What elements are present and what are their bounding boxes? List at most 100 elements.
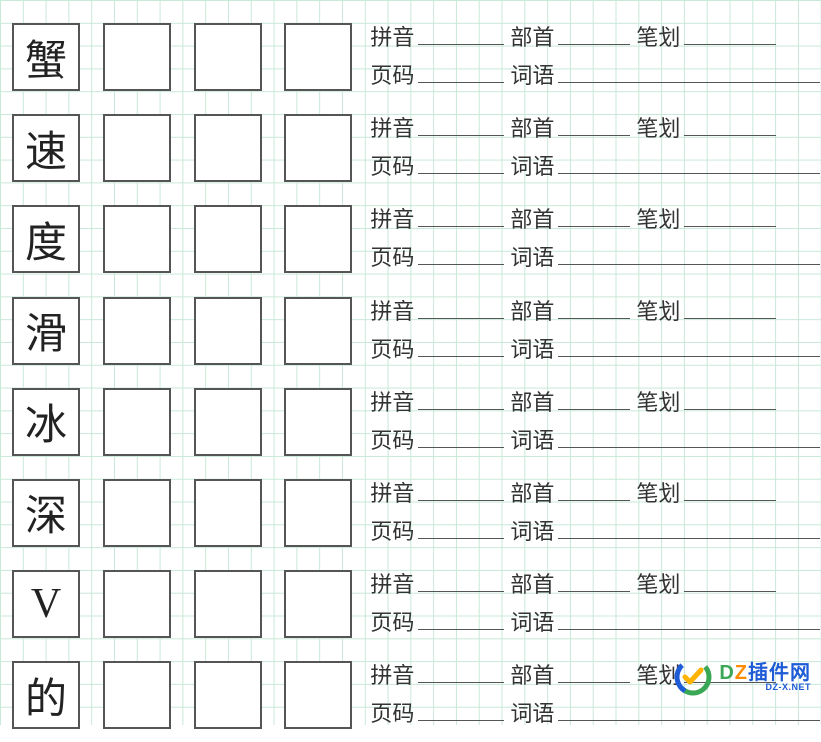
word-field-blank[interactable] (558, 59, 820, 83)
page-field-blank[interactable] (418, 697, 504, 721)
pinyin-field: 拼音 (370, 476, 504, 508)
practice-box[interactable] (194, 297, 262, 365)
word-field: 词语 (510, 332, 820, 364)
radical-field-blank[interactable] (558, 203, 630, 227)
practice-box[interactable] (284, 205, 352, 273)
strokes-field-blank[interactable] (684, 386, 776, 410)
page-field-blank[interactable] (418, 59, 504, 83)
strokes-field-blank[interactable] (684, 203, 776, 227)
pinyin-field-label: 拼音 (370, 294, 414, 326)
practice-box[interactable] (194, 479, 262, 547)
practice-box[interactable] (284, 570, 352, 638)
practice-box[interactable] (194, 661, 262, 729)
practice-box[interactable] (284, 23, 352, 91)
practice-box[interactable] (284, 388, 352, 456)
practice-box[interactable] (103, 23, 171, 91)
page-field-blank[interactable] (418, 424, 504, 448)
word-field-blank[interactable] (558, 241, 820, 265)
pinyin-field-blank[interactable] (418, 568, 504, 592)
practice-row: V拼音部首笔划页码词语 (12, 559, 821, 650)
radical-field-blank[interactable] (558, 386, 630, 410)
page-field-blank[interactable] (418, 515, 504, 539)
practice-box[interactable] (103, 388, 171, 456)
word-field-blank[interactable] (558, 697, 820, 721)
strokes-field-label: 笔划 (636, 111, 680, 143)
word-field-blank[interactable] (558, 150, 820, 174)
character-box: 速 (12, 114, 80, 182)
strokes-field-blank[interactable] (684, 477, 776, 501)
word-field-blank[interactable] (558, 424, 820, 448)
word-field-label: 词语 (510, 514, 554, 546)
pinyin-field-label: 拼音 (370, 20, 414, 52)
strokes-field-blank[interactable] (684, 112, 776, 136)
practice-box[interactable] (284, 114, 352, 182)
page-field-label: 页码 (370, 605, 414, 637)
practice-box[interactable] (103, 297, 171, 365)
strokes-field-blank[interactable] (684, 294, 776, 318)
word-field-blank[interactable] (558, 515, 820, 539)
page-field: 页码 (370, 605, 504, 637)
radical-field: 部首 (510, 567, 630, 599)
character-box: 滑 (12, 297, 80, 365)
practice-box[interactable] (103, 205, 171, 273)
word-field-blank[interactable] (558, 606, 820, 630)
pinyin-field-label: 拼音 (370, 567, 414, 599)
practice-box[interactable] (103, 570, 171, 638)
practice-box[interactable] (194, 114, 262, 182)
radical-field-blank[interactable] (558, 568, 630, 592)
character-box: 的 (12, 661, 80, 729)
character-glyph: 度 (25, 209, 67, 270)
pinyin-field-blank[interactable] (418, 112, 504, 136)
practice-box[interactable] (284, 479, 352, 547)
radical-field-blank[interactable] (558, 477, 630, 501)
pinyin-field-blank[interactable] (418, 294, 504, 318)
practice-box[interactable] (103, 114, 171, 182)
pinyin-field-blank[interactable] (418, 386, 504, 410)
strokes-field-blank[interactable] (684, 568, 776, 592)
strokes-field-blank[interactable] (684, 21, 776, 45)
word-field-blank[interactable] (558, 332, 820, 356)
radical-field: 部首 (510, 294, 630, 326)
pinyin-field: 拼音 (370, 111, 504, 143)
strokes-field-label: 笔划 (636, 385, 680, 417)
pinyin-field-blank[interactable] (418, 659, 504, 683)
practice-box[interactable] (194, 570, 262, 638)
practice-box[interactable] (103, 661, 171, 729)
page-field-blank[interactable] (418, 150, 504, 174)
pinyin-field-label: 拼音 (370, 385, 414, 417)
character-info: 拼音部首笔划页码词语 (370, 377, 821, 461)
pinyin-field: 拼音 (370, 202, 504, 234)
page-field-blank[interactable] (418, 606, 504, 630)
word-field: 词语 (510, 423, 820, 455)
radical-field-label: 部首 (510, 294, 554, 326)
practice-box[interactable] (194, 205, 262, 273)
word-field: 词语 (510, 696, 820, 728)
pinyin-field-blank[interactable] (418, 21, 504, 45)
page-field-blank[interactable] (418, 332, 504, 356)
page-field-label: 页码 (370, 58, 414, 90)
info-line-2: 页码词语 (370, 696, 821, 734)
pinyin-field: 拼音 (370, 385, 504, 417)
practice-box[interactable] (103, 479, 171, 547)
radical-field-blank[interactable] (558, 294, 630, 318)
pinyin-field-blank[interactable] (418, 477, 504, 501)
radical-field: 部首 (510, 20, 630, 52)
pinyin-field-blank[interactable] (418, 203, 504, 227)
pinyin-field: 拼音 (370, 20, 504, 52)
character-glyph: 深 (25, 482, 67, 543)
practice-box[interactable] (284, 297, 352, 365)
strokes-field: 笔划 (636, 385, 776, 417)
practice-box[interactable] (284, 661, 352, 729)
practice-box[interactable] (194, 388, 262, 456)
watermark-brand: DZ插件网 (719, 663, 811, 683)
character-glyph: 蟹 (25, 27, 67, 88)
character-info: 拼音部首笔划页码词语 (370, 559, 821, 643)
radical-field-blank[interactable] (558, 21, 630, 45)
page-field-blank[interactable] (418, 241, 504, 265)
radical-field-blank[interactable] (558, 112, 630, 136)
radical-field-blank[interactable] (558, 659, 630, 683)
character-practice-worksheet: 蟹拼音部首笔划页码词语速拼音部首笔划页码词语度拼音部首笔划页码词语滑拼音部首笔划… (12, 12, 821, 742)
practice-box-group: 深 (12, 468, 352, 547)
watermark-url: DZ-X.NET (719, 683, 811, 692)
practice-box[interactable] (194, 23, 262, 91)
